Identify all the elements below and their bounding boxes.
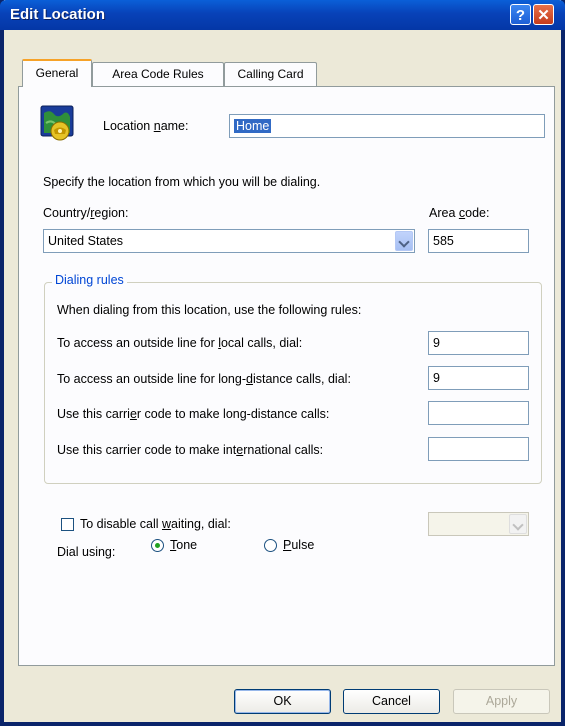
help-icon: ? [515,7,526,24]
help-button[interactable]: ? [510,4,531,25]
chevron-down-icon[interactable] [509,514,527,534]
location-name-value: Home [234,119,272,133]
close-icon: ✕ [537,7,550,24]
carrier-long-distance-input[interactable] [428,401,529,425]
area-code-label: Area code: [429,206,490,220]
country-region-label: Country/region: [43,206,129,220]
chevron-down-icon[interactable] [395,231,413,251]
tab-calling-card-label: Calling Card [237,67,304,81]
tab-calling-card[interactable]: Calling Card [224,62,317,86]
pulse-label[interactable]: Pulse [283,538,314,552]
pulse-radio[interactable] [264,539,277,552]
long-distance-label: To access an outside line for long-dista… [57,372,351,386]
local-calls-input[interactable]: 9 [428,331,529,355]
title-bar[interactable]: Edit Location ? ✕ [0,0,565,30]
location-name-label: Location name: [103,119,189,133]
instruction-text: Specify the location from which you will… [43,175,321,189]
carrier-long-distance-label: Use this carrier code to make long-dista… [57,407,330,421]
tab-area-code-rules[interactable]: Area Code Rules [92,62,224,86]
call-waiting-dropdown[interactable] [428,512,529,536]
carrier-international-label: Use this carrier code to make internatio… [57,443,324,457]
dial-using-label: Dial using: [57,545,116,559]
country-region-dropdown[interactable]: United States [43,229,415,253]
location-name-input[interactable]: Home [229,114,545,138]
tone-label[interactable]: Tone [170,538,197,552]
long-distance-input[interactable]: 9 [428,366,529,390]
cancel-button[interactable]: Cancel [343,689,440,714]
tab-area-code-rules-label: Area Code Rules [112,67,204,81]
dialing-rules-intro: When dialing from this location, use the… [57,303,362,317]
area-code-input[interactable]: 585 [428,229,529,253]
local-calls-label: To access an outside line for local call… [57,336,303,350]
carrier-international-input[interactable] [428,437,529,461]
ok-button[interactable]: OK [234,689,331,714]
call-waiting-checkbox[interactable] [61,518,74,531]
long-distance-value: 9 [433,371,440,385]
call-waiting-label[interactable]: To disable call waiting, dial: [80,517,231,531]
window-title: Edit Location [10,6,105,23]
tab-general-label: General [35,66,79,80]
area-code-value: 585 [433,234,454,248]
apply-button[interactable]: Apply [453,689,550,714]
close-button[interactable]: ✕ [533,4,554,25]
tab-general[interactable]: General [22,59,92,87]
dialing-rules-title: Dialing rules [52,273,127,287]
country-region-value: United States [48,234,124,248]
tone-radio[interactable] [151,539,164,552]
globe-phone-icon [40,105,74,141]
local-calls-value: 9 [433,336,440,350]
